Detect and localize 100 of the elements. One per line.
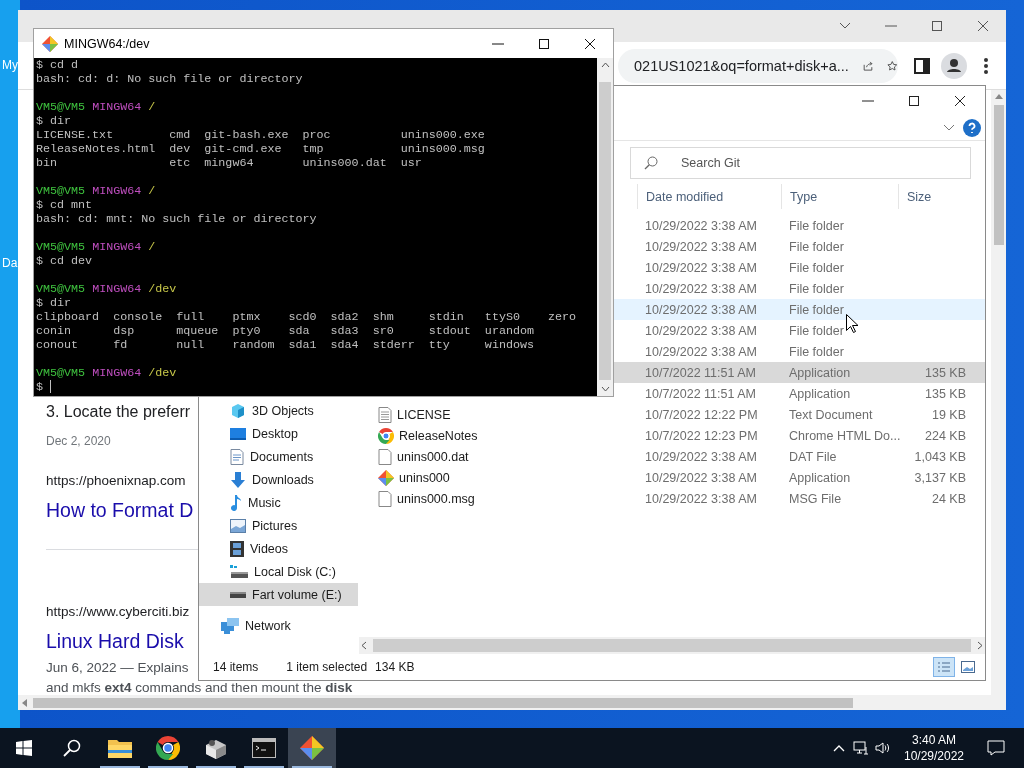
nav-item[interactable]: Network (199, 614, 358, 637)
box-icon (204, 737, 228, 759)
file-row[interactable]: 10/29/2022 3:38 AM File folder (614, 299, 985, 320)
horizontal-scrollbar[interactable] (359, 637, 985, 654)
date-cell-text: 10/29/2022 3:38 AM (644, 239, 757, 254)
type-cell-text: File folder (788, 302, 844, 317)
type-cell-text: DAT File (788, 449, 837, 464)
more-menu-icon (984, 57, 988, 74)
terminal-prompt: VM5@VM5 MINGW64 / (36, 184, 157, 198)
chevron-down-icon (943, 124, 955, 132)
file-row[interactable]: 10/7/2022 11:51 AM Application 135 KB (614, 383, 985, 404)
drive-icon (230, 590, 246, 599)
date-cell-text: 10/29/2022 3:38 AM (644, 302, 757, 317)
date-cell-text: 10/29/2022 3:38 AM (644, 470, 757, 485)
terminal-line: ReleaseNotes.html dev git-cmd.exe tmp unins000.msg (36, 142, 486, 156)
file-row[interactable]: unins000 10/29/2022 3:38 AM Application 3,137 KB (366, 467, 985, 488)
diamond-icon (42, 35, 58, 52)
minimize-icon (885, 25, 897, 27)
window-title: MINGW64:/dev (64, 36, 150, 51)
column-header[interactable]: Type (781, 184, 898, 209)
file-row[interactable]: 10/29/2022 3:38 AM File folder (614, 341, 985, 362)
scroll-left-icon (361, 641, 367, 650)
chevron-down-icon (839, 22, 851, 30)
film-icon (230, 540, 244, 557)
date-cell-text: 10/29/2022 3:38 AM (644, 491, 757, 506)
file-row[interactable]: 10/29/2022 3:38 AM File folder (614, 257, 985, 278)
type-cell-text: Application (788, 365, 851, 380)
address-bar[interactable]: 021US1021&oq=format+disk+a... (618, 48, 898, 83)
diamond-icon (378, 469, 394, 486)
size-cell-text: 24 KB (930, 491, 967, 506)
item-count: 14 items (213, 660, 259, 674)
folder-icon (108, 738, 132, 758)
scrollbar-thumb[interactable] (599, 82, 611, 380)
terminal-prompt: VM5@VM5 MINGW64 / (36, 240, 157, 254)
windows-logo-icon (16, 740, 32, 756)
column-header[interactable]: Size (898, 184, 970, 209)
nav-item[interactable]: Documents (199, 445, 358, 468)
scrollbar-thumb[interactable] (33, 697, 853, 708)
clock[interactable]: 3:40 AM 10/29/2022 (894, 728, 974, 768)
search-icon (644, 155, 658, 170)
document-icon (230, 448, 244, 465)
nav-item[interactable]: Local Disk (C:) (199, 560, 358, 583)
list-icon (937, 661, 951, 673)
column-header[interactable]: Date modified (637, 184, 781, 209)
music-note-icon (230, 494, 242, 511)
file-row[interactable]: unins000.dat 10/29/2022 3:38 AM DAT File 1,043 KB (366, 446, 985, 467)
picture-icon (961, 661, 975, 673)
file-name: unins000 (399, 470, 450, 485)
down-arrow-icon (230, 471, 246, 488)
nav-item[interactable]: 3D Objects (199, 399, 358, 422)
date-cell-text: 10/29/2022 3:38 AM (644, 260, 757, 275)
scroll-down-icon (600, 386, 610, 392)
type-cell-text: Text Document (788, 407, 873, 422)
nav-item[interactable]: Music (199, 491, 358, 514)
file-row[interactable]: 10/29/2022 3:38 AM File folder (614, 215, 985, 236)
nav-item[interactable]: Videos (199, 537, 358, 560)
size-cell-text: 224 KB (924, 428, 967, 443)
result-url: https://www.cyberciti.biz (46, 603, 190, 621)
desktop-icon (230, 426, 246, 441)
chrome-icon (378, 427, 394, 444)
terminal-line: clipboard console full ptmx scd0 sda2 shm stdin ttyS0 zero (36, 310, 578, 324)
file-icon (378, 448, 392, 465)
nav-item[interactable]: Downloads (199, 468, 358, 491)
nav-item[interactable]: Pictures (199, 514, 358, 537)
scrollbar-thumb[interactable] (373, 639, 971, 652)
date-cell-text: 10/7/2022 11:51 AM (644, 386, 756, 401)
file-row[interactable]: 10/29/2022 3:38 AM File folder (614, 278, 985, 299)
horizontal-scrollbar[interactable] (18, 695, 1006, 710)
result-title-link[interactable]: How to Format D (46, 497, 194, 523)
file-row[interactable]: unins000.msg 10/29/2022 3:38 AM MSG File 24 KB (366, 488, 985, 509)
terminal-line: $ dir (36, 114, 73, 128)
terminal-line: $ cd d (36, 58, 80, 72)
vertical-scrollbar[interactable] (991, 90, 1006, 695)
size-cell-text: 19 KB (930, 407, 967, 422)
cube-icon (230, 402, 246, 419)
taskbar-app-button[interactable] (288, 728, 336, 768)
file-row[interactable]: 10/7/2022 11:51 AM Application 135 KB (614, 362, 985, 383)
file-row[interactable]: 10/29/2022 3:38 AM File folder (614, 236, 985, 257)
search-field[interactable]: Search Git (630, 146, 971, 179)
chevron-up-icon (833, 744, 845, 752)
file-row[interactable]: 10/29/2022 3:38 AM File folder (614, 320, 985, 341)
type-cell-text: File folder (788, 323, 844, 338)
nav-item[interactable]: Desktop (199, 422, 358, 445)
result-url: https://phoenixnap.com (46, 472, 186, 490)
terminal-input[interactable]: $ (36, 380, 43, 394)
vertical-scrollbar[interactable] (597, 58, 613, 396)
file-row[interactable]: ReleaseNotes 10/7/2022 12:23 PM Chrome HTML Do... 224 KB (366, 425, 985, 446)
file-row[interactable]: LICENSE 10/7/2022 12:22 PM Text Document 19 KB (366, 404, 985, 425)
scrollbar-thumb[interactable] (993, 105, 1004, 245)
result-title-link[interactable]: Linux Hard Disk (46, 628, 184, 654)
terminal-line: $ cd dev (36, 254, 94, 268)
nav-item[interactable]: Fart volume (E:) (199, 583, 358, 606)
speech-bubble-icon (987, 740, 1005, 756)
minimize-icon (492, 42, 504, 45)
search-icon (63, 739, 81, 757)
result-snippet: and mkfs ext4 commands and then mount the disk (46, 679, 353, 697)
type-cell-text: File folder (788, 260, 844, 275)
help-icon (963, 119, 981, 137)
type-cell-text: MSG File (788, 491, 842, 506)
close-icon (954, 95, 966, 107)
